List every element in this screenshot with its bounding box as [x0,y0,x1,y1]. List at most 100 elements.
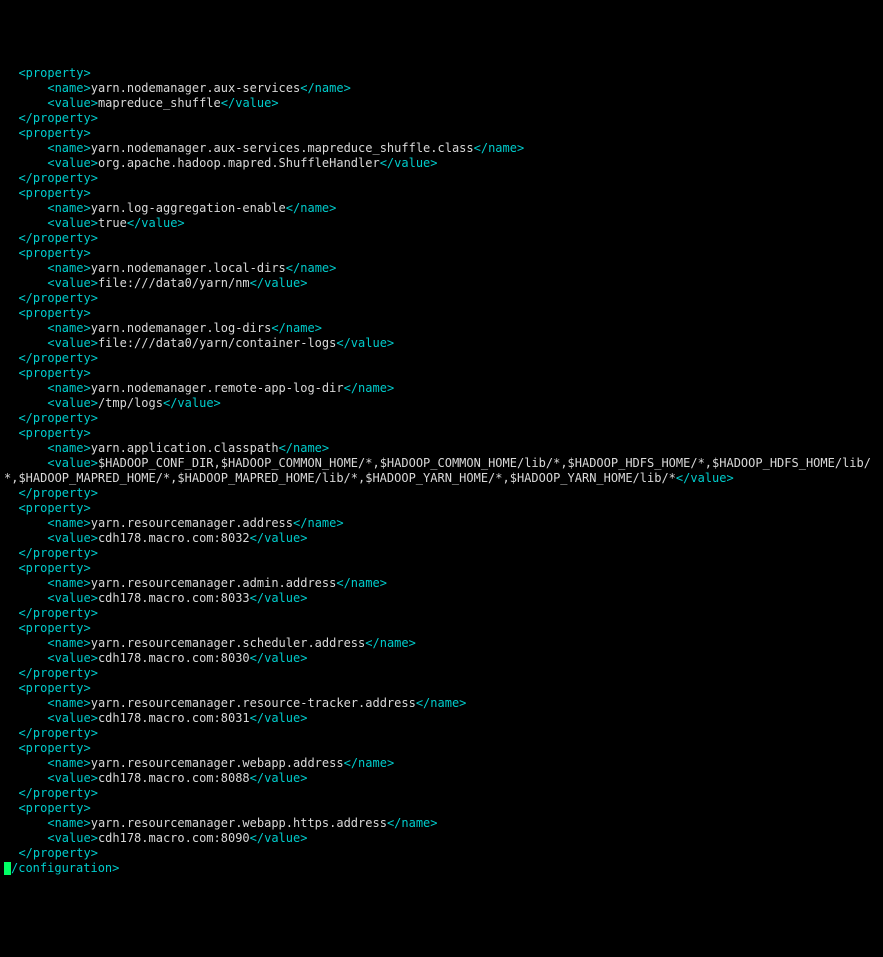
property-open-tag: <property> [18,801,90,815]
terminal-line: <value>mapreduce_shuffle</value> [4,96,879,111]
terminal-line: <property> [4,426,879,441]
value-open-tag: <value> [47,396,98,410]
property-name: yarn.log-aggregation-enable [91,201,286,215]
terminal-line: <property> [4,621,879,636]
name-close-tag: </name> [286,201,337,215]
terminal-line: <property> [4,801,879,816]
terminal-line: </property> [4,411,879,426]
terminal-line: <property> [4,66,879,81]
value-close-tag: </value> [250,651,308,665]
value-close-tag: </value> [336,336,394,350]
property-open-tag: <property> [18,306,90,320]
terminal-line: <name>yarn.resourcemanager.admin.address… [4,576,879,591]
property-name: yarn.resourcemanager.resource-tracker.ad… [91,696,416,710]
property-name: yarn.nodemanager.aux-services.mapreduce_… [91,141,474,155]
value-close-tag: </value> [163,396,221,410]
terminal-line: <property> [4,126,879,141]
value-open-tag: <value> [47,651,98,665]
property-value: cdh178.macro.com:8030 [98,651,250,665]
value-close-tag: </value> [250,276,308,290]
terminal-line: <property> [4,501,879,516]
property-value: /tmp/logs [98,396,163,410]
value-close-tag: </value> [221,96,279,110]
terminal-line: <value>org.apache.hadoop.mapred.ShuffleH… [4,156,879,171]
name-close-tag: </name> [300,81,351,95]
value-close-tag: </value> [250,531,308,545]
name-close-tag: </name> [474,141,525,155]
terminal-line: <name>yarn.nodemanager.aux-services.mapr… [4,141,879,156]
terminal-line: </property> [4,291,879,306]
value-open-tag: <value> [47,156,98,170]
terminal-output: <property> <name>yarn.nodemanager.aux-se… [4,66,879,876]
value-close-tag: </value> [250,711,308,725]
property-name: yarn.application.classpath [91,441,279,455]
property-value: cdh178.macro.com:8088 [98,771,250,785]
property-name: yarn.nodemanager.local-dirs [91,261,286,275]
terminal-line: <value>cdh178.macro.com:8033</value> [4,591,879,606]
terminal-line: <name>yarn.nodemanager.local-dirs</name> [4,261,879,276]
name-close-tag: </name> [344,381,395,395]
property-open-tag: <property> [18,621,90,635]
terminal-line: </property> [4,351,879,366]
name-open-tag: <name> [47,141,90,155]
property-close-tag: </property> [18,846,97,860]
property-value: cdh178.macro.com:8033 [98,591,250,605]
terminal-line: <value>$HADOOP_CONF_DIR,$HADOOP_COMMON_H… [4,456,879,486]
terminal-line: <name>yarn.log-aggregation-enable</name> [4,201,879,216]
name-open-tag: <name> [47,261,90,275]
property-open-tag: <property> [18,246,90,260]
property-close-tag: </property> [18,231,97,245]
terminal-line: <value>file:///data0/yarn/nm</value> [4,276,879,291]
value-close-tag: </value> [250,591,308,605]
terminal-line: <name>yarn.resourcemanager.resource-trac… [4,696,879,711]
property-open-tag: <property> [18,186,90,200]
property-close-tag: </property> [18,726,97,740]
value-close-tag: </value> [127,216,185,230]
name-open-tag: <name> [47,516,90,530]
terminal-line: <property> [4,561,879,576]
property-close-tag: </property> [18,351,97,365]
value-open-tag: <value> [47,456,98,470]
terminal-line: </property> [4,486,879,501]
name-open-tag: <name> [47,321,90,335]
configuration-close-tag: /configuration> [11,861,119,875]
property-value: true [98,216,127,230]
property-close-tag: </property> [18,486,97,500]
terminal-line: <value>cdh178.macro.com:8030</value> [4,651,879,666]
property-value: cdh178.macro.com:8090 [98,831,250,845]
property-value: file:///data0/yarn/container-logs [98,336,336,350]
terminal-line: <name>yarn.nodemanager.aux-services</nam… [4,81,879,96]
property-close-tag: </property> [18,411,97,425]
terminal-line: <name>yarn.nodemanager.log-dirs</name> [4,321,879,336]
property-open-tag: <property> [18,741,90,755]
name-close-tag: </name> [336,576,387,590]
value-open-tag: <value> [47,591,98,605]
name-open-tag: <name> [47,756,90,770]
terminal-line: </property> [4,666,879,681]
name-open-tag: <name> [47,816,90,830]
property-value: org.apache.hadoop.mapred.ShuffleHandler [98,156,380,170]
value-close-tag: </value> [250,771,308,785]
name-open-tag: <name> [47,696,90,710]
terminal-line: <name>yarn.resourcemanager.webapp.addres… [4,756,879,771]
value-close-tag: </value> [250,831,308,845]
terminal-line: <name>yarn.resourcemanager.scheduler.add… [4,636,879,651]
property-close-tag: </property> [18,111,97,125]
terminal-line: </property> [4,546,879,561]
property-open-tag: <property> [18,126,90,140]
terminal-line: <value>true</value> [4,216,879,231]
terminal-line: </property> [4,231,879,246]
name-close-tag: </name> [344,756,395,770]
terminal-line: <property> [4,186,879,201]
property-name: yarn.nodemanager.aux-services [91,81,301,95]
property-name: yarn.resourcemanager.admin.address [91,576,337,590]
name-close-tag: </name> [293,516,344,530]
name-close-tag: </name> [286,261,337,275]
value-open-tag: <value> [47,216,98,230]
cursor [4,862,11,875]
property-close-tag: </property> [18,171,97,185]
terminal-line: <value>cdh178.macro.com:8090</value> [4,831,879,846]
terminal-line: <value>file:///data0/yarn/container-logs… [4,336,879,351]
property-open-tag: <property> [18,501,90,515]
terminal-line: <property> [4,741,879,756]
